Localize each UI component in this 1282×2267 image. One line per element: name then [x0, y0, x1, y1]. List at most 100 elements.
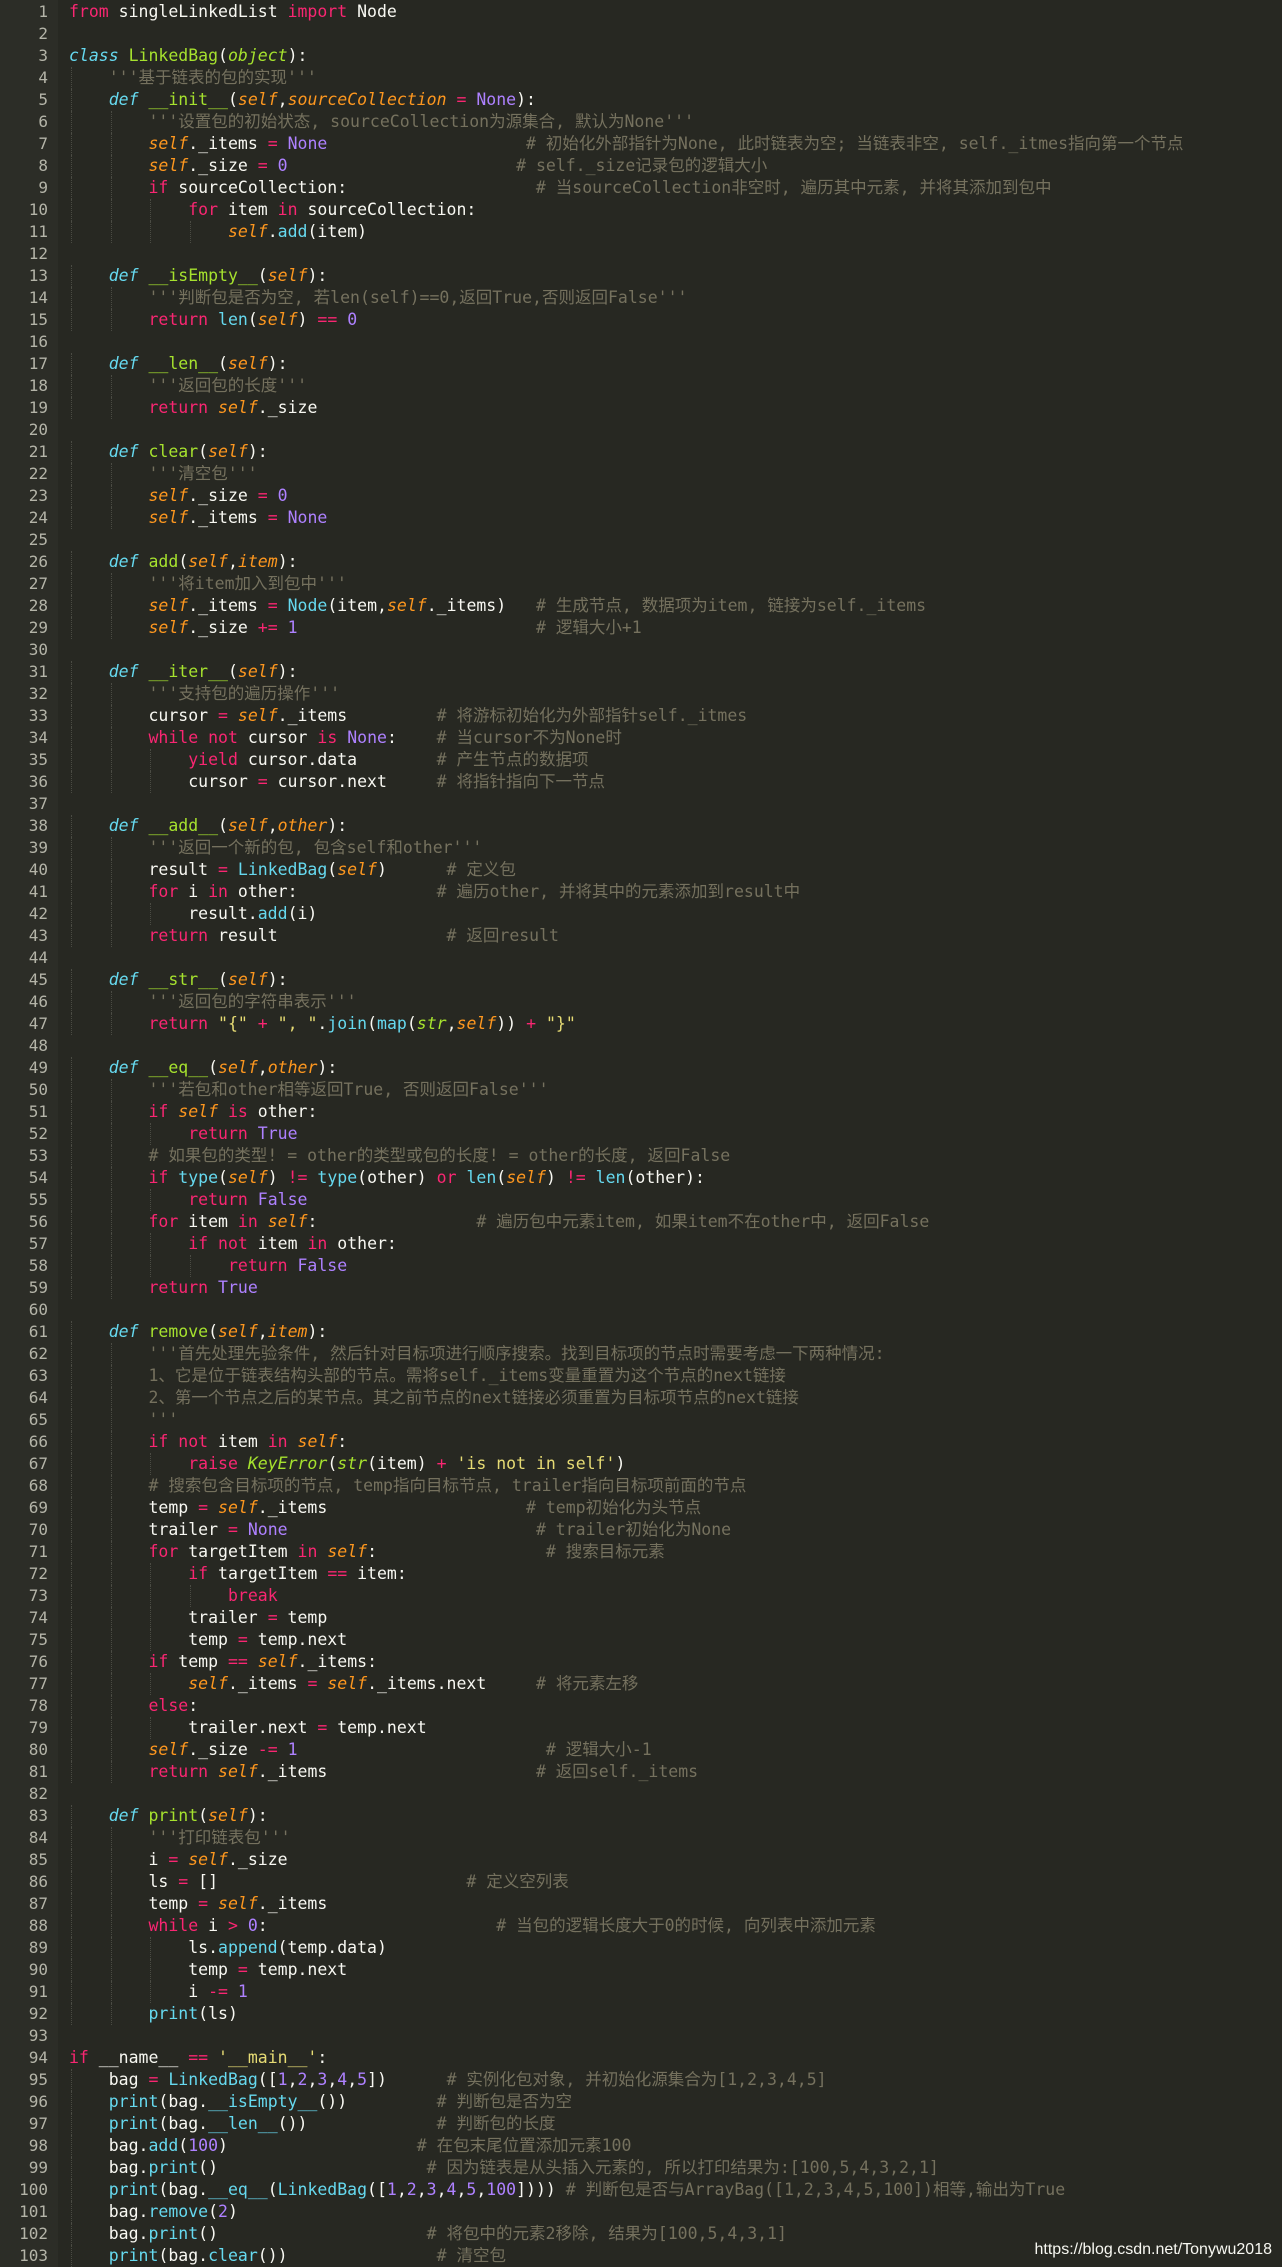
code-line[interactable]: 7 self._items = None # 初始化外部指针为None, 此时链…: [0, 133, 1282, 155]
code-line[interactable]: 27 '''将item加入到包中''': [0, 573, 1282, 595]
code-text[interactable]: bag = LinkedBag([1,2,3,4,5]) # 实例化包对象, 并…: [69, 2069, 827, 2091]
code-line[interactable]: 89 ls.append(temp.data): [0, 1937, 1282, 1959]
code-line[interactable]: 94 if __name__ == '__main__':: [0, 2047, 1282, 2069]
code-line[interactable]: 31 def __iter__(self):: [0, 661, 1282, 683]
code-text[interactable]: self._items = Node(item,self._items) # 生…: [69, 595, 926, 617]
code-line[interactable]: 18 '''返回包的长度''': [0, 375, 1282, 397]
code-line[interactable]: 57 if not item in other:: [0, 1233, 1282, 1255]
code-text[interactable]: i -= 1: [69, 1981, 248, 2003]
code-line[interactable]: 72 if targetItem == item:: [0, 1563, 1282, 1585]
code-text[interactable]: print(bag.clear()) # 清空包: [69, 2245, 506, 2267]
code-line[interactable]: 95 bag = LinkedBag([1,2,3,4,5]) # 实例化包对象…: [0, 2069, 1282, 2091]
code-line[interactable]: 56 for item in self: # 遍历包中元素item, 如果ite…: [0, 1211, 1282, 1233]
code-text[interactable]: for i in other: # 遍历other, 并将其中的元素添加到res…: [69, 881, 800, 903]
code-line[interactable]: 23 self._size = 0: [0, 485, 1282, 507]
code-text[interactable]: return False: [69, 1189, 307, 1211]
code-text[interactable]: def __iter__(self):: [69, 661, 298, 683]
code-line[interactable]: 77 self._items = self._items.next # 将元素左…: [0, 1673, 1282, 1695]
code-line[interactable]: 15 return len(self) == 0: [0, 309, 1282, 331]
code-line[interactable]: 71 for targetItem in self: # 搜索目标元素: [0, 1541, 1282, 1563]
code-text[interactable]: bag.add(100) # 在包末尾位置添加元素100: [69, 2135, 632, 2157]
code-line[interactable]: 1 from singleLinkedList import Node: [0, 1, 1282, 23]
code-text[interactable]: return True: [69, 1123, 297, 1145]
code-line[interactable]: 28 self._items = Node(item,self._items) …: [0, 595, 1282, 617]
code-line[interactable]: 73 break: [0, 1585, 1282, 1607]
code-text[interactable]: self._items = None # 初始化外部指针为None, 此时链表为…: [69, 133, 1183, 155]
code-line[interactable]: 34 while not cursor is None: # 当cursor不为…: [0, 727, 1282, 749]
code-text[interactable]: class LinkedBag(object):: [69, 45, 307, 67]
code-text[interactable]: '''将item加入到包中''': [69, 573, 346, 595]
code-text[interactable]: return len(self) == 0: [69, 309, 357, 331]
code-text[interactable]: raise KeyError(str(item) + 'is not in se…: [69, 1453, 625, 1475]
code-text[interactable]: '''打印链表包''': [69, 1827, 290, 1849]
code-text[interactable]: def __add__(self,other):: [69, 815, 347, 837]
code-line[interactable]: 9 if sourceCollection: # 当sourceCollecti…: [0, 177, 1282, 199]
code-text[interactable]: '''支持包的遍历操作''': [69, 683, 340, 705]
code-text[interactable]: print(bag.__eq__(LinkedBag([1,2,3,4,5,10…: [69, 2179, 1065, 2201]
code-text[interactable]: result = LinkedBag(self) # 定义包: [69, 859, 515, 881]
code-text[interactable]: bag.print() # 将包中的元素2移除, 结果为[100,5,4,3,1…: [69, 2223, 787, 2245]
code-line[interactable]: 8 self._size = 0 # self._size记录包的逻辑大小: [0, 155, 1282, 177]
code-line[interactable]: 6 '''设置包的初始状态, sourceCollection为源集合, 默认为…: [0, 111, 1282, 133]
code-line[interactable]: 65 ''': [0, 1409, 1282, 1431]
code-line[interactable]: 39 '''返回一个新的包, 包含self和other''': [0, 837, 1282, 859]
code-text[interactable]: break: [69, 1585, 278, 1607]
code-line[interactable]: 81 return self._items # 返回self._items: [0, 1761, 1282, 1783]
code-line[interactable]: 35 yield cursor.data # 产生节点的数据项: [0, 749, 1282, 771]
code-text[interactable]: temp = temp.next: [69, 1629, 347, 1651]
code-line[interactable]: 74 trailer = temp: [0, 1607, 1282, 1629]
code-line[interactable]: 54 if type(self) != type(other) or len(s…: [0, 1167, 1282, 1189]
code-text[interactable]: bag.remove(2): [69, 2201, 238, 2223]
code-text[interactable]: print(bag.__isEmpty__()) # 判断包是否为空: [69, 2091, 572, 2113]
code-text[interactable]: bag.print() # 因为链表是从头插入元素的, 所以打印结果为:[100…: [69, 2157, 939, 2179]
code-text[interactable]: def __eq__(self,other):: [69, 1057, 338, 1079]
code-text[interactable]: '''基于链表的包的实现''': [69, 67, 317, 89]
code-text[interactable]: while i > 0: # 当包的逻辑长度大于0的时候, 向列表中添加元素: [69, 1915, 875, 1937]
code-text[interactable]: temp = self._items: [69, 1893, 327, 1915]
code-line[interactable]: 90 temp = temp.next: [0, 1959, 1282, 1981]
code-line[interactable]: 11 self.add(item): [0, 221, 1282, 243]
code-line[interactable]: 55 return False: [0, 1189, 1282, 1211]
code-text[interactable]: if not item in self:: [69, 1431, 347, 1453]
code-text[interactable]: return False: [69, 1255, 347, 1277]
code-line[interactable]: 78 else:: [0, 1695, 1282, 1717]
code-text[interactable]: ''': [69, 1409, 178, 1431]
code-text[interactable]: cursor = cursor.next # 将指针指向下一节点: [69, 771, 605, 793]
code-text[interactable]: for item in sourceCollection:: [69, 199, 476, 221]
code-text[interactable]: '''判断包是否为空, 若len(self)==0,返回True,否则返回Fal…: [69, 287, 687, 309]
code-line[interactable]: 44: [0, 947, 1282, 969]
code-text[interactable]: '''首先处理先验条件, 然后针对目标项进行顺序搜索。找到目标项的节点时需要考虑…: [69, 1343, 884, 1365]
code-line[interactable]: 2: [0, 23, 1282, 45]
code-line[interactable]: 30: [0, 639, 1282, 661]
code-line[interactable]: 70 trailer = None # trailer初始化为None: [0, 1519, 1282, 1541]
code-text[interactable]: return self._size: [69, 397, 317, 419]
code-line[interactable]: 61 def remove(self,item):: [0, 1321, 1282, 1343]
code-line[interactable]: 80 self._size -= 1 # 逻辑大小-1: [0, 1739, 1282, 1761]
code-text[interactable]: '''返回包的字符串表示''': [69, 991, 356, 1013]
code-line[interactable]: 96 print(bag.__isEmpty__()) # 判断包是否为空: [0, 2091, 1282, 2113]
code-text[interactable]: return self._items # 返回self._items: [69, 1761, 698, 1783]
code-text[interactable]: if __name__ == '__main__':: [69, 2047, 327, 2069]
code-line[interactable]: 62 '''首先处理先验条件, 然后针对目标项进行顺序搜索。找到目标项的节点时需…: [0, 1343, 1282, 1365]
code-text[interactable]: self._size = 0: [69, 485, 287, 507]
code-line[interactable]: 85 i = self._size: [0, 1849, 1282, 1871]
code-line[interactable]: 26 def add(self,item):: [0, 551, 1282, 573]
code-editor[interactable]: 1 from singleLinkedList import Node 2 3 clas…: [0, 0, 1282, 2267]
code-line[interactable]: 33 cursor = self._items # 将游标初始化为外部指针sel…: [0, 705, 1282, 727]
code-text[interactable]: '''清空包''': [69, 463, 257, 485]
code-text[interactable]: result.add(i): [69, 903, 317, 925]
code-text[interactable]: def add(self,item):: [69, 551, 298, 573]
code-line[interactable]: 5 def __init__(self,sourceCollection = N…: [0, 89, 1282, 111]
code-text[interactable]: return "{" + ", ".join(map(str,self)) + …: [69, 1013, 575, 1035]
code-line[interactable]: 25: [0, 529, 1282, 551]
code-text[interactable]: self._items = self._items.next # 将元素左移: [69, 1673, 638, 1695]
code-text[interactable]: ls.append(temp.data): [69, 1937, 387, 1959]
code-text[interactable]: temp = temp.next: [69, 1959, 347, 1981]
code-text[interactable]: self._size = 0 # self._size记录包的逻辑大小: [69, 155, 767, 177]
code-line[interactable]: 19 return self._size: [0, 397, 1282, 419]
code-line[interactable]: 50 '''若包和other相等返回True, 否则返回False''': [0, 1079, 1282, 1101]
code-line[interactable]: 82: [0, 1783, 1282, 1805]
code-line[interactable]: 60: [0, 1299, 1282, 1321]
code-text[interactable]: def __len__(self):: [69, 353, 288, 375]
code-text[interactable]: else:: [69, 1695, 198, 1717]
